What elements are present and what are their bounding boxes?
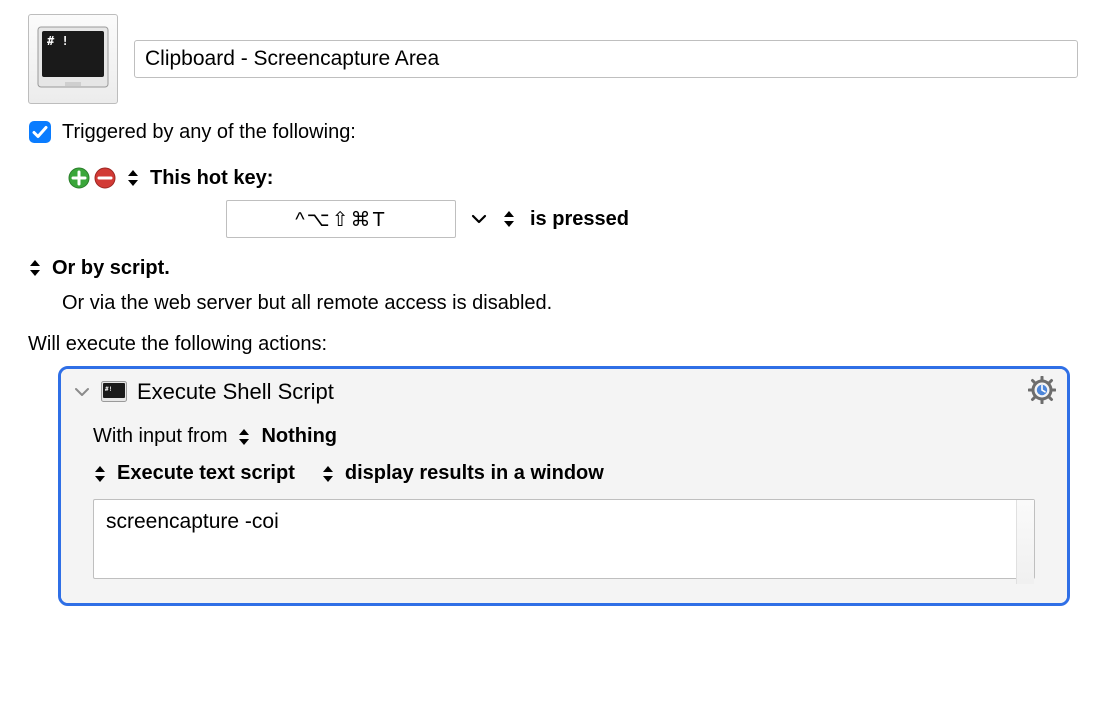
terminal-icon: # ! bbox=[37, 26, 109, 92]
or-script-label: Or by script. bbox=[52, 254, 170, 282]
hotkey-event-label: is pressed bbox=[530, 208, 629, 231]
display-mode-stepper[interactable] bbox=[321, 464, 335, 484]
action-body: With input from Nothing Execute text scr… bbox=[61, 409, 1067, 603]
trigger-enabled-checkbox[interactable] bbox=[28, 120, 52, 144]
action-disclosure-button[interactable] bbox=[73, 385, 91, 399]
execute-mode-label: Execute text script bbox=[117, 462, 295, 485]
input-from-value: Nothing bbox=[261, 425, 337, 448]
macro-title-input[interactable] bbox=[134, 40, 1078, 78]
svg-text:#!: #! bbox=[105, 386, 112, 393]
hotkey-input[interactable] bbox=[226, 200, 456, 238]
hotkey-config-row: is pressed bbox=[226, 200, 1078, 238]
webserver-note: Or via the web server but all remote acc… bbox=[62, 292, 1078, 315]
action-mode-line: Execute text script display results in a… bbox=[93, 462, 1035, 485]
small-terminal-icon: #! bbox=[101, 381, 127, 403]
action-settings-button[interactable] bbox=[1027, 375, 1057, 405]
remove-trigger-button[interactable] bbox=[94, 167, 116, 189]
or-script-stepper[interactable] bbox=[28, 258, 42, 278]
macro-header: # ! bbox=[28, 14, 1078, 104]
macro-icon-button[interactable]: # ! bbox=[28, 14, 118, 104]
trigger-type-stepper[interactable] bbox=[126, 168, 140, 188]
shell-script-textarea[interactable] bbox=[93, 499, 1035, 579]
action-item[interactable]: #! Execute Shell Script bbox=[58, 366, 1070, 606]
trigger-enabled-row: Triggered by any of the following: bbox=[28, 118, 1078, 146]
action-header: #! Execute Shell Script bbox=[61, 369, 1067, 409]
or-by-script-row: Or by script. bbox=[28, 254, 1078, 282]
action-title: Execute Shell Script bbox=[137, 379, 334, 405]
actions-section-label: Will execute the following actions: bbox=[28, 333, 1078, 356]
input-from-prefix: With input from bbox=[93, 425, 227, 448]
hotkey-event-stepper[interactable] bbox=[502, 209, 516, 229]
execute-mode-stepper[interactable] bbox=[93, 464, 107, 484]
gear-timer-icon bbox=[1028, 376, 1056, 404]
svg-text:# !: # ! bbox=[47, 34, 69, 48]
display-mode-label: display results in a window bbox=[345, 462, 604, 485]
action-input-line: With input from Nothing bbox=[93, 425, 1035, 448]
hotkey-trigger-label: This hot key: bbox=[150, 164, 273, 192]
trigger-enabled-label: Triggered by any of the following: bbox=[62, 118, 356, 146]
add-trigger-button[interactable] bbox=[68, 167, 90, 189]
hotkey-trigger-row: This hot key: bbox=[68, 164, 1078, 192]
hotkey-dropdown-button[interactable] bbox=[470, 212, 488, 226]
input-from-stepper[interactable] bbox=[237, 427, 251, 447]
